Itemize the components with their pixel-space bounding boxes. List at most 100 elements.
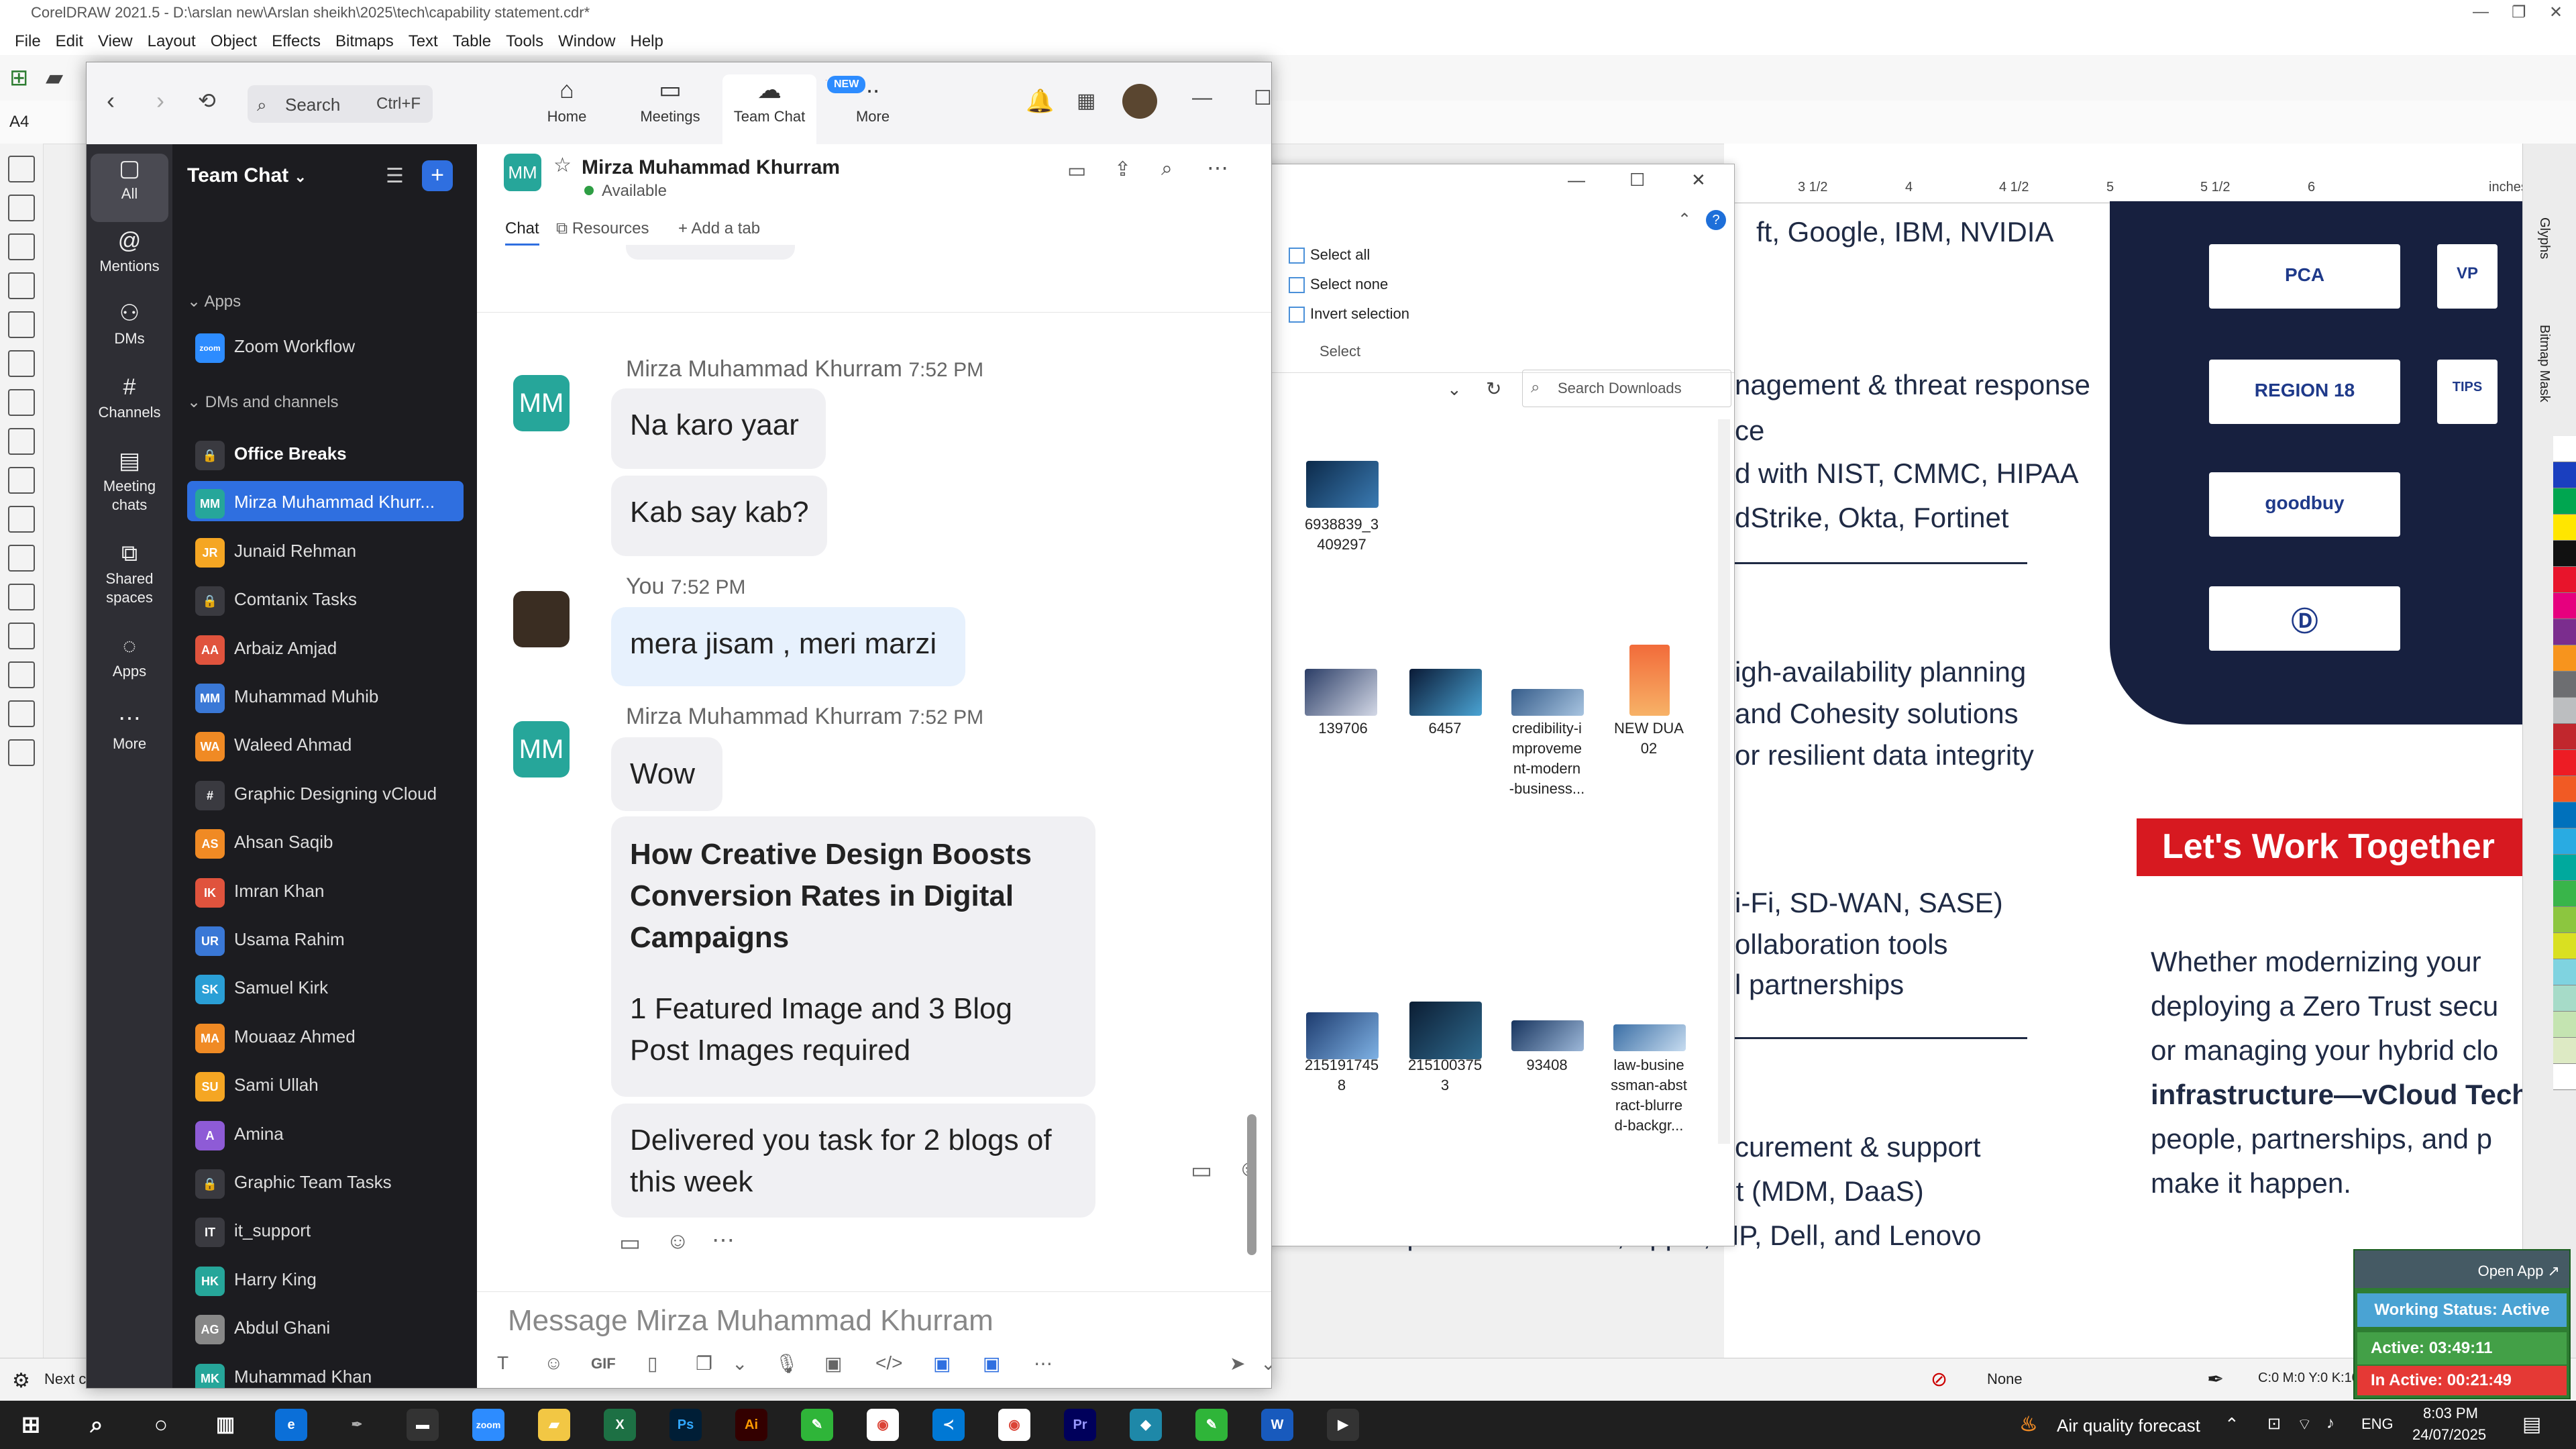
menu-object[interactable]: Object [211,32,257,51]
illustrator-icon[interactable]: Ai [735,1409,767,1441]
refresh-icon[interactable]: ↻ [1486,378,1501,400]
weather-text[interactable]: Air quality forecast [2057,1415,2200,1436]
nav-team-chat[interactable]: ☁ Team Chat [722,74,816,144]
shadow-tool-icon[interactable] [8,623,35,649]
reply-icon[interactable]: ▭ [1191,1157,1212,1184]
menu-help[interactable]: Help [630,32,663,51]
message-bubble[interactable]: Wow [611,737,722,811]
reply-icon[interactable]: ▭ [619,1230,641,1256]
list-item[interactable]: MM Muhammad Muhib [187,676,464,716]
section-apps[interactable]: ⌄ Apps [187,292,241,311]
list-item[interactable]: # Graphic Designing vCloud [187,773,464,813]
minimize-icon[interactable]: — [1192,87,1212,109]
rail-all[interactable]: ▢ All [91,154,168,222]
new-chat-button[interactable]: + [422,160,453,191]
docker-glyphs[interactable]: Glyphs [2536,217,2552,259]
filter-icon[interactable]: ☰ [386,164,404,188]
rail-apps[interactable]: ◌ Apps [91,631,168,681]
menu-file[interactable]: File [15,32,41,51]
menu-window[interactable]: Window [558,32,615,51]
file-thumbnail[interactable] [1613,1024,1686,1051]
send-icon[interactable]: ➤ [1230,1352,1245,1375]
list-item[interactable]: MK Muhammad Khan [187,1356,464,1388]
menu-effects[interactable]: Effects [272,32,321,51]
windows-start-icon[interactable]: ⊞ [15,1409,47,1441]
video-message-icon[interactable]: ▣ [824,1352,842,1375]
history-icon[interactable]: ⟲ [198,88,216,113]
word-icon[interactable]: W [1261,1409,1293,1441]
chrome-profile-icon[interactable]: ◉ [998,1409,1030,1441]
file-thumbnail[interactable] [1305,669,1377,716]
menu-bitmaps[interactable]: Bitmaps [335,32,394,51]
polygon-tool-icon[interactable] [8,467,35,494]
contact-name[interactable]: Mirza Muhammad Khurram [582,156,840,179]
volume-icon[interactable]: ♪ [2326,1414,2334,1433]
clock-time[interactable]: 8:03 PM [2423,1405,2478,1422]
screenshot-icon[interactable]: ❐ [696,1352,712,1375]
clock-date[interactable]: 24/07/2025 [2412,1426,2486,1444]
close-icon[interactable]: ✕ [2549,3,2563,22]
fill-tool-icon[interactable] [8,739,35,766]
back-icon[interactable]: ‹ [107,87,115,115]
scrollbar[interactable] [1718,419,1730,1144]
code-snippet-icon[interactable]: </> [875,1352,902,1374]
list-item-zoom-workflow[interactable]: zoom Zoom Workflow [187,325,464,366]
list-item[interactable]: AA Arbaiz Amjad [187,627,464,667]
pen-app-icon[interactable]: ✒ [341,1409,373,1441]
file-icon[interactable]: ▯ [647,1352,657,1375]
ellipse-tool-icon[interactable] [8,428,35,455]
restore-icon[interactable]: ❐ [2512,3,2526,22]
eyedropper-icon[interactable] [8,700,35,727]
menu-table[interactable]: Table [453,32,491,51]
list-item[interactable]: 🔒 Office Breaks [187,433,464,473]
rail-dms[interactable]: ⚇ DMs [91,299,168,348]
connector-tool-icon[interactable] [8,584,35,610]
language-indicator[interactable]: ENG [2361,1415,2394,1433]
network-icon[interactable]: ⊡ [2267,1414,2281,1434]
zoom-tool-icon[interactable] [8,272,35,299]
rectangle-tool-icon[interactable] [8,389,35,416]
invert-selection-button[interactable]: Invert selection [1289,305,1409,323]
more-actions-icon[interactable]: ⋯ [712,1227,735,1254]
list-item[interactable]: MA Mouaaz Ahmed [187,1016,464,1056]
shape-tool-icon[interactable] [8,195,35,221]
list-item[interactable]: SU Sami Ullah [187,1064,464,1104]
menu-edit[interactable]: Edit [56,32,83,51]
file-thumbnail[interactable] [1306,1012,1379,1059]
app-icon[interactable]: ◆ [1130,1409,1162,1441]
maximize-icon[interactable]: ☐ [1629,170,1645,191]
transparency-tool-icon[interactable] [8,661,35,688]
notification-icon[interactable]: ▤ [2522,1413,2541,1436]
docker-bitmap-mask[interactable]: Bitmap Mask [2536,325,2552,402]
tab-resources[interactable]: ⧉ Resources [556,219,649,238]
file-thumbnail[interactable] [1409,1002,1482,1059]
freehand-tool-icon[interactable] [8,311,35,338]
file-thumbnail[interactable] [1511,1020,1584,1051]
chat-scrollbar[interactable] [1247,1114,1256,1255]
file-thumbnail[interactable] [1409,669,1482,716]
vscode-icon[interactable]: ≺ [932,1409,965,1441]
artistic-media-icon[interactable] [8,350,35,377]
maximize-icon[interactable]: ☐ [1254,87,1271,110]
add-tab-button[interactable]: + Add a tab [678,219,760,238]
search-icon[interactable]: ⌕ [80,1409,113,1441]
star-icon[interactable]: ☆ [553,154,572,177]
corel-icon[interactable]: ✎ [801,1409,833,1441]
format-text-icon[interactable]: T [497,1352,508,1374]
send-options-icon[interactable]: ⌄ [1260,1352,1271,1375]
nav-home[interactable]: ⌂ Home [520,74,614,125]
video-call-icon[interactable]: ▭ [1067,159,1086,182]
microphone-icon[interactable]: 🎙 [775,1352,799,1375]
color-palette[interactable] [2553,436,2576,1275]
zoom-docs-icon[interactable]: ▣ [983,1352,1000,1375]
tab-chat[interactable]: Chat [505,219,539,246]
weather-icon[interactable]: ♨ [2012,1409,2045,1441]
calendar-icon[interactable]: ▦ [1077,89,1095,113]
line-tool-icon[interactable] [8,545,35,572]
message-composer[interactable]: Message Mirza Muhammad Khurram T ☺ GIF ▯… [477,1291,1271,1388]
cortana-icon[interactable]: ○ [145,1409,177,1441]
photoshop-icon[interactable]: Ps [669,1409,702,1441]
open-folder-icon[interactable]: ▰ [46,64,63,91]
select-all-button[interactable]: Select all [1289,246,1370,264]
file-thumbnail[interactable] [1306,461,1379,508]
